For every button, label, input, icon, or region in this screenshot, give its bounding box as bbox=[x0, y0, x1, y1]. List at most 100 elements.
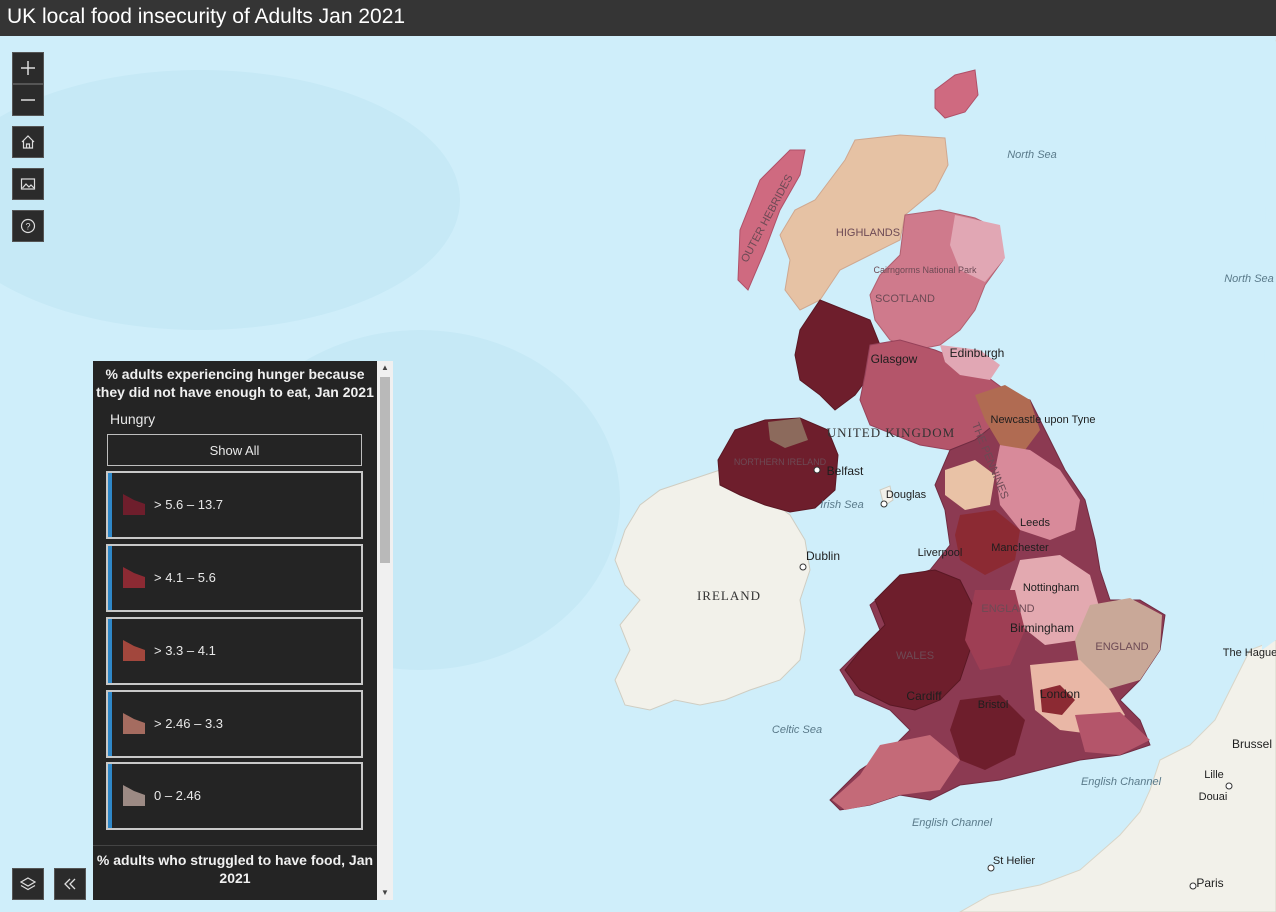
legend-class-label: 0 – 2.46 bbox=[154, 788, 201, 803]
legend-separator bbox=[93, 845, 377, 846]
basemap-gallery-button[interactable] bbox=[12, 168, 44, 200]
map-label-northern-ireland: NORTHERN IRELAND bbox=[734, 457, 827, 467]
map-label-celtic-sea: Celtic Sea bbox=[772, 724, 822, 736]
selection-bar bbox=[108, 546, 112, 610]
map-label-birmingham: Birmingham bbox=[1010, 621, 1074, 635]
map-label-north-sea: North Sea bbox=[1224, 273, 1274, 285]
scroll-down-arrow-icon[interactable]: ▼ bbox=[377, 886, 393, 900]
map-label-text: Manchester bbox=[991, 542, 1049, 554]
map-label-douai: Douai bbox=[1199, 791, 1228, 803]
map-label-text: Belfast bbox=[827, 464, 864, 478]
map-label-united-kingdom: UNITED KINGDOM bbox=[827, 425, 955, 440]
selection-bar bbox=[108, 473, 112, 537]
svg-text:?: ? bbox=[25, 222, 30, 232]
show-all-button[interactable]: Show All bbox=[107, 434, 362, 466]
map-label-bristol: Bristol bbox=[978, 699, 1009, 711]
selection-bar bbox=[108, 692, 112, 756]
selection-bar bbox=[108, 619, 112, 683]
map-label-text: NORTHERN IRELAND bbox=[734, 457, 827, 467]
legend-heading: % adults experiencing hunger because the… bbox=[96, 366, 374, 400]
map-label-text: Newcastle upon Tyne bbox=[991, 414, 1096, 426]
class-swatch-icon bbox=[123, 567, 145, 588]
map-label-text: Irish Sea bbox=[820, 499, 863, 511]
map-label-text: ENGLAND bbox=[1095, 641, 1148, 653]
map-label-edinburgh: Edinburgh bbox=[950, 346, 1005, 360]
help-button[interactable]: ? bbox=[12, 210, 44, 242]
map-label-english-channel: English Channel bbox=[912, 817, 993, 829]
map-label-text: English Channel bbox=[1081, 776, 1162, 788]
class-swatch-shape bbox=[123, 640, 145, 661]
map-label-text: Cairngorms National Park bbox=[873, 265, 977, 275]
map-label-text: Birmingham bbox=[1010, 621, 1074, 635]
map-label-text: Paris bbox=[1196, 876, 1223, 890]
legend-class-item[interactable]: 0 – 2.46 bbox=[106, 762, 363, 830]
map-label-newcastle: Newcastle upon Tyne bbox=[991, 414, 1096, 426]
map-label-text: Bristol bbox=[978, 699, 1009, 711]
map-label-scotland: SCOTLAND bbox=[875, 293, 935, 305]
legend-panel: % adults experiencing hunger because the… bbox=[93, 361, 393, 900]
layers-button[interactable] bbox=[12, 868, 44, 900]
plus-icon bbox=[21, 61, 35, 75]
map-label-text: WALES bbox=[896, 650, 934, 662]
map-label-text: Nottingham bbox=[1023, 582, 1079, 594]
map-label-belfast: Belfast bbox=[827, 464, 864, 478]
legend-class-item[interactable]: > 5.6 – 13.7 bbox=[106, 471, 363, 539]
map-label-liverpool: Liverpool bbox=[918, 547, 963, 559]
home-icon bbox=[21, 135, 35, 149]
zoom-in-button[interactable] bbox=[12, 52, 44, 84]
legend-class-item[interactable]: > 3.3 – 4.1 bbox=[106, 617, 363, 685]
class-swatch-icon bbox=[123, 713, 145, 734]
map-label-text: HIGHLANDS bbox=[836, 227, 900, 239]
double-chevron-left-icon bbox=[64, 878, 76, 890]
map-label-text: Dublin bbox=[806, 549, 840, 563]
map-label-manchester: Manchester bbox=[991, 542, 1049, 554]
map-label-text: Edinburgh bbox=[950, 346, 1005, 360]
class-swatch-shape bbox=[123, 567, 145, 588]
city-marker-lille bbox=[1225, 782, 1233, 790]
map-label-text: IRELAND bbox=[697, 588, 761, 603]
class-swatch-icon bbox=[123, 494, 145, 515]
scrollbar-thumb[interactable] bbox=[380, 377, 390, 563]
class-swatch-shape bbox=[123, 713, 145, 734]
legend-class-label: > 4.1 – 5.6 bbox=[154, 570, 216, 585]
city-marker-douglas bbox=[880, 500, 888, 508]
map-label-text: North Sea bbox=[1224, 273, 1274, 285]
map-label-lille: Lille bbox=[1204, 769, 1224, 781]
legend-class-item[interactable]: > 4.1 – 5.6 bbox=[106, 544, 363, 612]
class-swatch-icon bbox=[123, 785, 145, 806]
map-label-brussels: Brussel bbox=[1232, 737, 1272, 751]
city-marker-belfast bbox=[813, 466, 821, 474]
map-label-text: Leeds bbox=[1020, 517, 1050, 529]
legend-content: % adults experiencing hunger because the… bbox=[93, 361, 377, 900]
home-button[interactable] bbox=[12, 126, 44, 158]
legend-class-label: > 2.46 – 3.3 bbox=[154, 716, 224, 731]
legend-class-item[interactable]: > 2.46 – 3.3 bbox=[106, 690, 363, 758]
map-label-irish-sea: Irish Sea bbox=[820, 499, 863, 511]
zoom-out-button[interactable] bbox=[12, 84, 44, 116]
map-label-text: Douai bbox=[1199, 791, 1228, 803]
map-label-wales: WALES bbox=[896, 650, 934, 662]
map-label-england: ENGLAND bbox=[981, 603, 1034, 615]
class-swatch-shape bbox=[123, 494, 145, 515]
legend-class-label: > 5.6 – 13.7 bbox=[154, 497, 224, 512]
map-app: UK local food insecurity of Adults Jan 2… bbox=[0, 0, 1276, 912]
map-label-text: English Channel bbox=[912, 817, 993, 829]
map-label-highlands: HIGHLANDS bbox=[836, 227, 900, 239]
legend-scrollbar[interactable]: ▲ ▼ bbox=[377, 361, 393, 900]
scroll-up-arrow-icon[interactable]: ▲ bbox=[377, 361, 393, 375]
map-label-cardiff: Cardiff bbox=[906, 689, 942, 703]
map-label-text: London bbox=[1040, 687, 1080, 701]
class-swatch-icon bbox=[123, 640, 145, 661]
map-label-ireland: IRELAND bbox=[697, 588, 761, 603]
question-icon: ? bbox=[20, 218, 36, 234]
collapse-panel-button[interactable] bbox=[54, 868, 86, 900]
minus-icon bbox=[21, 99, 35, 101]
map-label-london: London bbox=[1040, 687, 1080, 701]
map-label-text: Lille bbox=[1204, 769, 1224, 781]
map-label-text: Cardiff bbox=[906, 689, 942, 703]
map-label-text: St Helier bbox=[993, 855, 1036, 867]
map-label-paris: Paris bbox=[1196, 876, 1223, 890]
map-label-north-sea: North Sea bbox=[1007, 149, 1057, 161]
map-label-english-channel: English Channel bbox=[1081, 776, 1162, 788]
selection-bar bbox=[108, 764, 112, 828]
